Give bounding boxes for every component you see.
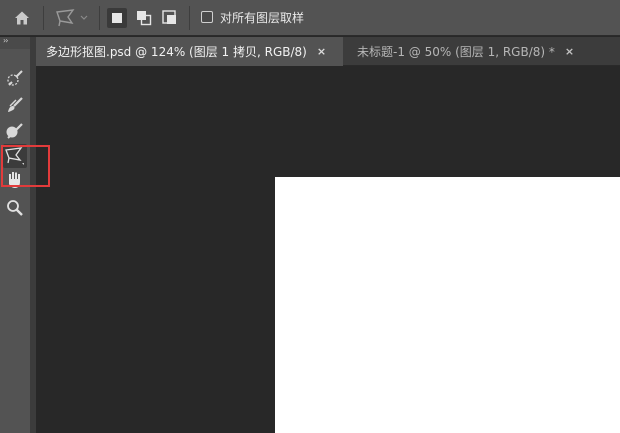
document-canvas[interactable] <box>275 177 620 433</box>
document-tab-bar: 多边形抠图.psd @ 124% (图层 1 拷贝, RGB/8) × 未标题-… <box>36 37 620 66</box>
tool-zoom[interactable] <box>3 196 27 220</box>
add-to-selection-button[interactable] <box>134 8 154 28</box>
tab-label: 多边形抠图.psd @ 124% (图层 1 拷贝, RGB/8) <box>46 45 307 59</box>
subtract-from-selection-button[interactable] <box>160 8 180 28</box>
new-selection-icon <box>112 13 122 23</box>
separator <box>189 6 190 30</box>
tab-document-active[interactable]: 多边形抠图.psd @ 124% (图层 1 拷贝, RGB/8) × <box>36 37 343 66</box>
close-icon[interactable]: × <box>317 45 326 58</box>
separator <box>43 6 44 30</box>
add-to-selection-icon <box>137 11 152 26</box>
polygonal-lasso-icon <box>56 9 75 27</box>
home-icon <box>15 11 29 25</box>
mixer-brush-icon <box>6 123 23 139</box>
collapse-icon: ›› <box>3 36 9 45</box>
subtract-from-selection-icon <box>162 10 176 24</box>
tab-label: 未标题-1 @ 50% (图层 1, RGB/8) * <box>357 45 555 59</box>
tool-preset-picker[interactable] <box>52 5 90 31</box>
toolbar-collapse-grip[interactable]: ›› <box>0 36 30 49</box>
zoom-icon <box>7 200 23 216</box>
close-icon[interactable]: × <box>565 45 574 58</box>
sample-all-layers-label: 对所有图层取样 <box>220 11 305 25</box>
tool-mixer-brush[interactable] <box>3 119 27 143</box>
separator <box>99 6 100 30</box>
quick-selection-icon <box>7 70 23 86</box>
tool-highlight-box <box>1 145 50 187</box>
brush-icon <box>8 97 23 112</box>
tool-quick-selection[interactable] <box>3 66 27 90</box>
options-bar: 对所有图层取样 <box>0 0 620 36</box>
new-selection-button[interactable] <box>107 8 127 28</box>
home-button[interactable] <box>10 5 34 31</box>
tool-brush[interactable] <box>3 93 27 117</box>
toolbar: ›› <box>0 36 30 433</box>
sample-all-layers-checkbox[interactable] <box>201 11 213 23</box>
tab-document-untitled[interactable]: 未标题-1 @ 50% (图层 1, RGB/8) * × <box>347 37 609 66</box>
chevron-down-icon <box>80 15 88 20</box>
